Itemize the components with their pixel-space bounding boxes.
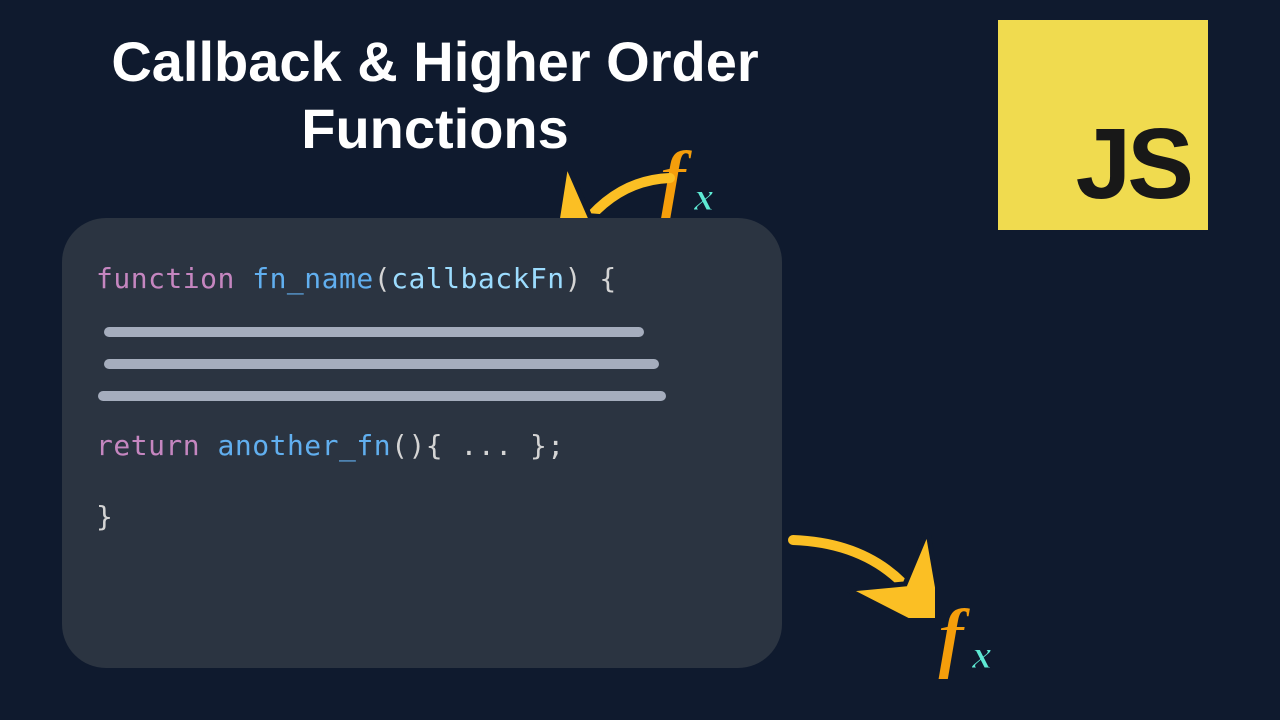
page-title: Callback & Higher Order Functions — [60, 28, 810, 162]
code-body-placeholder — [104, 327, 748, 401]
code-return-line: return another_fn(){ ... }; — [96, 429, 748, 462]
fx-symbol-bottom: fx — [938, 592, 964, 682]
code-block: function fn_name(callbackFn) { return an… — [62, 218, 782, 668]
returned-function-name: another_fn — [218, 429, 392, 462]
placeholder-line — [104, 359, 659, 369]
function-x-subscript: x — [972, 631, 992, 678]
js-logo-text: JS — [1076, 107, 1190, 222]
code-close-brace: } — [96, 500, 748, 533]
placeholder-line — [104, 327, 644, 337]
keyword-function: function — [96, 262, 235, 295]
arrow-out-icon — [785, 528, 935, 618]
js-logo: JS — [998, 20, 1208, 230]
function-name: fn_name — [252, 262, 374, 295]
placeholder-line — [98, 391, 666, 401]
keyword-return: return — [96, 429, 200, 462]
function-f-icon: fx — [938, 593, 964, 680]
code-signature-line: function fn_name(callbackFn) { — [96, 262, 748, 295]
function-x-subscript: x — [694, 173, 714, 220]
param-name: callbackFn — [391, 262, 565, 295]
